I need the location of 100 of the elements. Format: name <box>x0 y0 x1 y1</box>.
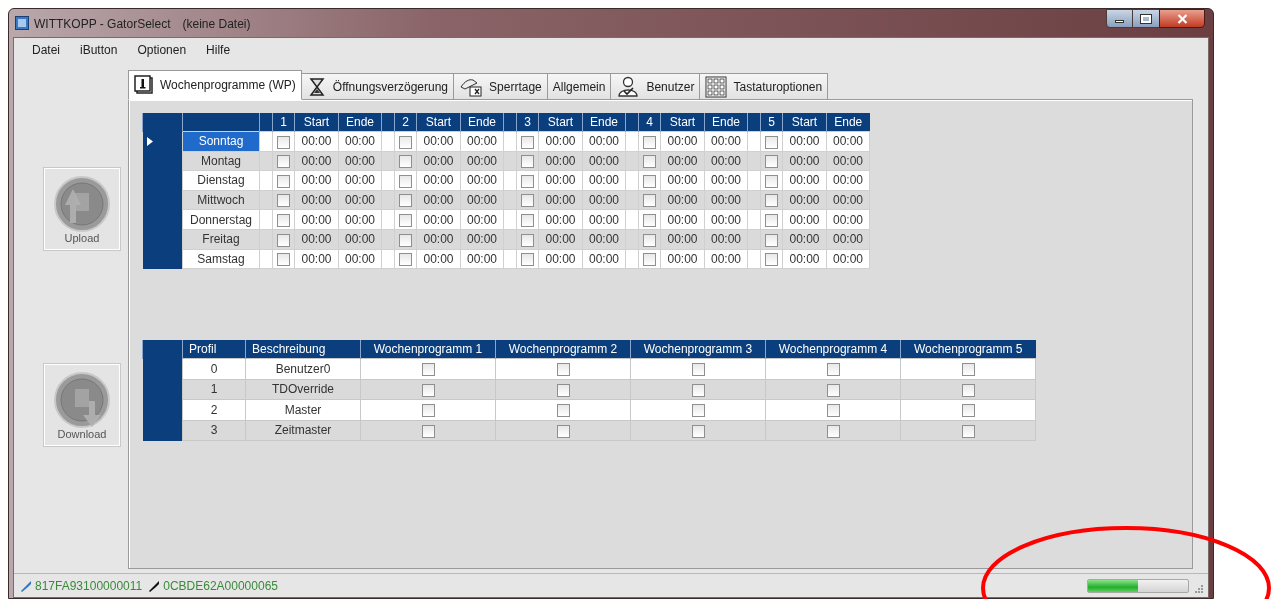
column-header: 4 <box>638 113 661 132</box>
checkbox[interactable] <box>826 363 840 377</box>
checkbox[interactable] <box>765 233 778 247</box>
checkbox[interactable] <box>399 253 412 267</box>
checkbox[interactable] <box>643 233 656 247</box>
checkbox[interactable] <box>521 174 534 188</box>
column-header: Wochenprogramm 2 <box>495 340 631 359</box>
checkbox[interactable] <box>277 135 290 149</box>
maximize-button[interactable] <box>1133 9 1159 28</box>
checkbox[interactable] <box>521 194 534 208</box>
download-button[interactable]: Download <box>44 364 120 446</box>
checkbox[interactable] <box>399 174 412 188</box>
app-icon <box>15 16 29 30</box>
upload-button[interactable]: Upload <box>44 168 120 250</box>
checkbox[interactable] <box>421 424 435 438</box>
checkbox[interactable] <box>691 383 705 397</box>
user-check-icon <box>616 75 641 98</box>
checkbox[interactable] <box>399 135 412 149</box>
checkbox[interactable] <box>961 363 975 377</box>
day-cell[interactable]: Mittwoch <box>182 190 260 210</box>
checkbox[interactable] <box>521 155 534 169</box>
checkbox[interactable] <box>643 135 656 149</box>
checkbox[interactable] <box>765 194 778 208</box>
checkbox[interactable] <box>277 233 290 247</box>
maximize-icon <box>1141 14 1151 23</box>
checkbox[interactable] <box>556 363 570 377</box>
checkbox[interactable] <box>643 194 656 208</box>
checkbox[interactable] <box>961 404 975 418</box>
tab[interactable]: Sperrtage <box>453 73 548 100</box>
table-cell: 0 <box>182 358 246 380</box>
checkbox[interactable] <box>399 233 412 247</box>
table-cell: 00:00 <box>704 131 748 152</box>
checkbox[interactable] <box>399 214 412 227</box>
checkbox[interactable] <box>961 383 975 397</box>
checkbox[interactable] <box>826 383 840 397</box>
table-cell: 1 <box>182 379 246 400</box>
close-button[interactable] <box>1159 9 1205 28</box>
checkbox[interactable] <box>765 174 778 188</box>
tab[interactable]: Benutzer <box>610 73 701 100</box>
checkbox[interactable] <box>399 155 412 169</box>
day-cell[interactable]: Samstag <box>182 249 260 269</box>
checkbox[interactable] <box>556 404 570 418</box>
checkbox[interactable] <box>277 253 290 267</box>
menu-item[interactable]: Optionen <box>137 41 187 59</box>
minimize-icon <box>1115 20 1124 23</box>
day-cell[interactable]: Dienstag <box>182 170 260 191</box>
checkbox[interactable] <box>691 404 705 418</box>
tab[interactable]: Öffnungsverzögerung <box>300 73 455 100</box>
checkbox[interactable] <box>277 174 290 188</box>
checkbox[interactable] <box>521 233 534 247</box>
checkbox[interactable] <box>826 404 840 418</box>
column-header: Start <box>294 113 339 132</box>
column-header: Profil <box>182 340 246 359</box>
minimize-button[interactable] <box>1106 9 1133 28</box>
checkbox[interactable] <box>691 363 705 377</box>
checkbox[interactable] <box>643 174 656 188</box>
checkbox[interactable] <box>521 135 534 149</box>
checkbox[interactable] <box>421 404 435 418</box>
checkbox[interactable] <box>521 214 534 227</box>
menu-item[interactable]: Datei <box>32 41 60 59</box>
table-cell: 00:00 <box>582 131 626 152</box>
table-cell: 00:00 <box>294 131 339 152</box>
column-header: Ende <box>826 113 870 132</box>
menu-item[interactable]: Hilfe <box>206 41 231 59</box>
tab[interactable]: Tastaturoptionen <box>699 73 829 100</box>
checkbox[interactable] <box>399 194 412 208</box>
table-cell: 00:00 <box>826 131 870 152</box>
ibutton-id: 817FA93100000011 <box>35 577 143 595</box>
checkbox[interactable] <box>556 383 570 397</box>
tab[interactable]: Wochenprogramme (WP) <box>128 70 302 100</box>
checkbox[interactable] <box>643 214 656 227</box>
checkbox[interactable] <box>277 155 290 169</box>
day-cell[interactable]: Sonntag <box>182 131 260 152</box>
checkbox[interactable] <box>961 424 975 438</box>
checkbox[interactable] <box>643 155 656 169</box>
checkbox[interactable] <box>765 214 778 227</box>
checkbox[interactable] <box>765 155 778 169</box>
checkbox[interactable] <box>765 253 778 267</box>
close-icon <box>1176 13 1188 24</box>
day-cell[interactable]: Donnerstag <box>182 209 260 230</box>
menu-item[interactable]: iButton <box>80 41 118 59</box>
column-header: Ende <box>338 113 382 132</box>
file-name: (keine Datei) <box>182 16 251 33</box>
checkbox[interactable] <box>521 253 534 267</box>
checkbox[interactable] <box>277 214 290 227</box>
calendar-icon <box>134 75 154 95</box>
checkbox[interactable] <box>421 363 435 377</box>
column-header: Ende <box>460 113 504 132</box>
column-header: Start <box>538 113 583 132</box>
checkbox[interactable] <box>765 135 778 149</box>
checkbox[interactable] <box>556 424 570 438</box>
checkbox[interactable] <box>643 253 656 267</box>
checkbox[interactable] <box>277 194 290 208</box>
checkbox[interactable] <box>421 383 435 397</box>
checkbox[interactable] <box>826 424 840 438</box>
table-cell: 2 <box>182 399 246 421</box>
checkbox[interactable] <box>691 424 705 438</box>
coin-download-icon <box>53 371 111 429</box>
day-cell[interactable]: Montag <box>182 151 260 171</box>
day-cell[interactable]: Freitag <box>182 229 260 250</box>
